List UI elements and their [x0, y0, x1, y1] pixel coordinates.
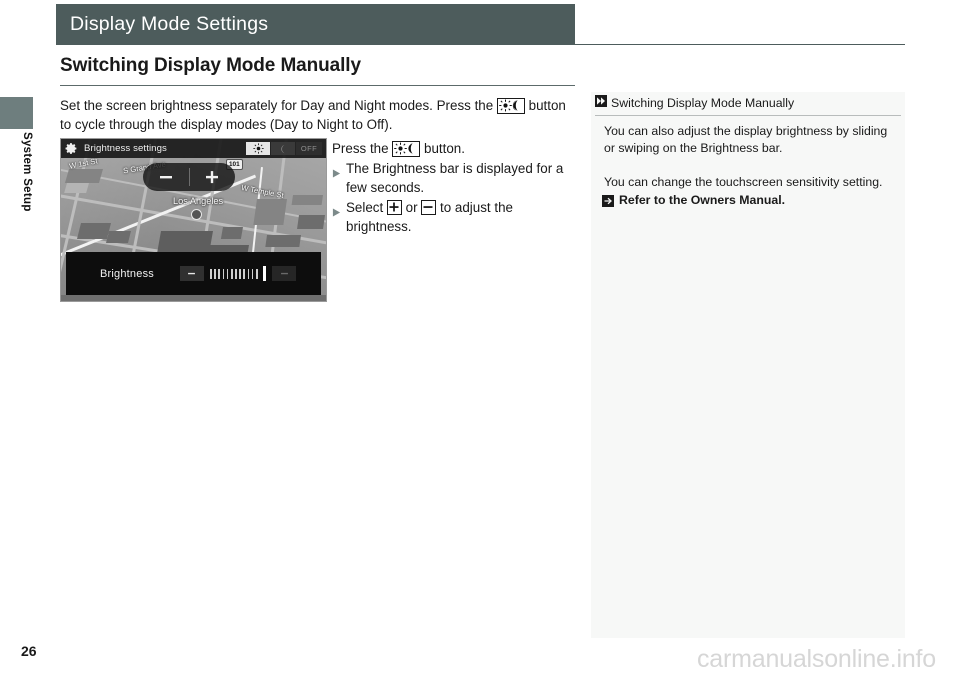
zoom-in-button[interactable]: [190, 163, 236, 191]
sun-icon: [253, 143, 264, 154]
mode-button-day[interactable]: [246, 142, 270, 155]
step-lead-part-2: button.: [420, 141, 465, 156]
steps-list: Press the button. The Brightness bar is …: [332, 139, 575, 236]
step-item: The Brightness bar is displayed for a fe…: [332, 159, 575, 197]
brightness-tick: [235, 269, 237, 279]
note-spacer: [604, 157, 894, 174]
street-label-2: W Temple St: [241, 183, 285, 200]
map-poi-label: Los Angeles: [173, 196, 223, 206]
brightness-tick: [210, 269, 212, 279]
mode-button-off[interactable]: OFF: [296, 142, 322, 155]
intro-text-part-1: Set the screen brightness separately for…: [60, 98, 497, 113]
brightness-tick: [243, 269, 245, 279]
brightness-tick: [248, 269, 250, 279]
zoom-out-button[interactable]: [143, 163, 189, 191]
section-heading: Switching Display Mode Manually: [60, 55, 575, 77]
screenshot-title-bar: Brightness settings: [61, 139, 326, 158]
note-header-title: Switching Display Mode Manually: [611, 96, 794, 110]
header-divider: [56, 44, 905, 45]
brightness-tick: [252, 269, 254, 279]
page-number: 26: [21, 643, 37, 659]
brightness-tick: [218, 269, 220, 279]
note-body: You can also adjust the display brightne…: [591, 116, 905, 191]
note-paragraph-2: You can change the touchscreen sensitivi…: [604, 174, 894, 191]
minus-icon: [186, 268, 197, 279]
step-text-part-2: or: [402, 200, 421, 215]
brightness-bar-label: Brightness: [100, 268, 154, 280]
triangle-right-icon: [332, 203, 341, 222]
gear-icon[interactable]: [65, 142, 78, 155]
brightness-tick: [223, 269, 225, 279]
step-item: Select or to adjust the brightness.: [332, 198, 575, 236]
intro-paragraph: Set the screen brightness separately for…: [60, 96, 575, 134]
brightness-settings-screenshot: W 1st St S Grand Ave W Temple St 101 Bri…: [60, 138, 327, 302]
boxed-arrow-right-icon: [602, 194, 614, 212]
step-text: Select or to adjust the brightness.: [346, 198, 575, 236]
sidebar-section-tab: [0, 97, 33, 129]
brightness-increase-button[interactable]: [272, 266, 296, 281]
map-zoom-control: [143, 163, 235, 191]
mode-button-night[interactable]: [271, 142, 295, 155]
triangle-right-icon: [332, 164, 341, 183]
brightness-tick: [231, 269, 233, 279]
step-lead: Press the button.: [332, 139, 575, 158]
minus-icon: [158, 169, 174, 185]
side-note-panel: Switching Display Mode Manually You can …: [591, 92, 905, 638]
brightness-tick-track[interactable]: [210, 266, 266, 281]
minus-button-icon: [421, 200, 436, 215]
brightness-bar: Brightness: [66, 252, 321, 295]
day-night-button-icon: [497, 98, 525, 114]
step-text: The Brightness bar is displayed for a fe…: [346, 159, 575, 197]
step-lead-part-1: Press the: [332, 141, 392, 156]
moon-icon: [278, 144, 288, 154]
plus-icon: [279, 268, 290, 279]
brightness-slider-knob[interactable]: [263, 266, 266, 281]
brightness-tick: [227, 269, 229, 279]
step-text-part-1: Select: [346, 200, 387, 215]
section-divider: [60, 85, 575, 86]
sidebar-section-label: System Setup: [0, 132, 33, 212]
brightness-tick: [256, 269, 258, 279]
page-title: Display Mode Settings: [70, 13, 268, 36]
double-chevron-right-icon: [595, 94, 607, 112]
note-header: Switching Display Mode Manually: [591, 92, 905, 115]
plus-button-icon: [387, 200, 402, 215]
map-center-cursor: [191, 209, 202, 220]
note-reference-text: Refer to the Owners Manual.: [619, 192, 785, 209]
screenshot-bottom-strip: [61, 295, 326, 301]
brightness-tick: [239, 269, 241, 279]
brightness-decrease-button[interactable]: [180, 266, 204, 281]
watermark: carmanualsonline.info: [697, 645, 936, 674]
display-mode-buttons: OFF: [246, 142, 322, 155]
brightness-tick: [214, 269, 216, 279]
note-reference: Refer to the Owners Manual.: [591, 192, 905, 212]
day-night-button-icon: [392, 141, 420, 157]
main-content-column: Switching Display Mode Manually Set the …: [60, 55, 575, 147]
screenshot-title-text: Brightness settings: [84, 143, 167, 154]
note-paragraph-1: You can also adjust the display brightne…: [604, 123, 894, 157]
page-header-bar: Display Mode Settings: [56, 4, 575, 44]
plus-icon: [204, 169, 220, 185]
